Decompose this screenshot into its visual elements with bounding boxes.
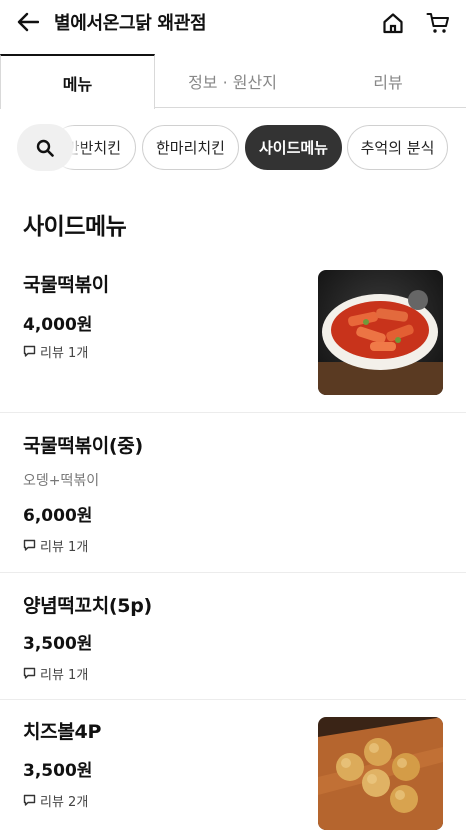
back-button[interactable] xyxy=(14,8,42,36)
menu-item-name: 국물떡볶이(중) xyxy=(23,435,143,457)
chip-snack-food[interactable]: 추억의 분식 xyxy=(347,125,448,170)
speech-bubble-icon xyxy=(23,794,36,806)
menu-item-name: 양념떡꼬치(5p) xyxy=(23,595,152,617)
menu-item-review-text: 리뷰 1개 xyxy=(40,668,89,683)
menu-search-button[interactable] xyxy=(17,124,73,171)
category-chips: 반반치킨 한마리치킨 사이드메뉴 추억의 분식 xyxy=(0,124,466,172)
search-icon xyxy=(36,139,54,157)
menu-item-review: 리뷰 1개 xyxy=(23,342,88,361)
tab-info-origin[interactable]: 정보 · 원산지 xyxy=(155,54,310,108)
menu-item-name: 치즈볼4P xyxy=(23,721,102,743)
home-icon xyxy=(383,13,403,34)
menu-item-review-text: 리뷰 2개 xyxy=(40,795,89,810)
speech-bubble-icon xyxy=(23,345,36,357)
menu-item[interactable]: 치즈볼4P 3,500원 리뷰 2개 xyxy=(0,700,466,830)
menu-item[interactable]: 국물떡볶이(중) 오뎅+떡볶이 6,000원 리뷰 1개 xyxy=(0,413,466,572)
menu-item-price: 3,500원 xyxy=(23,634,93,654)
menu-item-review-text: 리뷰 1개 xyxy=(40,540,89,555)
menu-item-price: 4,000원 xyxy=(23,315,93,335)
menu-item-price: 3,500원 xyxy=(23,761,93,781)
menu-item-review: 리뷰 1개 xyxy=(23,664,88,683)
chip-side-menu[interactable]: 사이드메뉴 xyxy=(245,125,342,170)
cart-icon xyxy=(426,13,449,33)
home-button[interactable] xyxy=(378,8,408,38)
menu-item-review-text: 리뷰 1개 xyxy=(40,346,89,361)
menu-item-review: 리뷰 1개 xyxy=(23,536,88,555)
menu-item-image xyxy=(318,270,443,395)
speech-bubble-icon xyxy=(23,539,36,551)
section-title: 사이드메뉴 xyxy=(23,214,127,240)
store-tabs: 메뉴 정보 · 원산지 리뷰 xyxy=(0,54,466,109)
tab-reviews[interactable]: 리뷰 xyxy=(310,54,466,108)
menu-item-price: 6,000원 xyxy=(23,506,93,526)
menu-item[interactable]: 양념떡꼬치(5p) 3,500원 리뷰 1개 xyxy=(0,573,466,699)
top-bar: 별에서온그닭 왜관점 xyxy=(0,0,466,46)
arrow-left-icon xyxy=(17,12,39,32)
store-title: 별에서온그닭 왜관점 xyxy=(54,13,207,34)
menu-item-image xyxy=(318,717,443,830)
menu-item[interactable]: 국물떡볶이 4,000원 리뷰 1개 xyxy=(0,262,466,412)
menu-item-description: 오뎅+떡볶이 xyxy=(23,473,100,489)
cart-button[interactable] xyxy=(423,8,453,38)
menu-item-review: 리뷰 2개 xyxy=(23,791,88,810)
chip-whole-chicken[interactable]: 한마리치킨 xyxy=(142,125,239,170)
menu-item-name: 국물떡볶이 xyxy=(23,274,109,296)
speech-bubble-icon xyxy=(23,667,36,679)
tab-menu[interactable]: 메뉴 xyxy=(0,54,155,109)
